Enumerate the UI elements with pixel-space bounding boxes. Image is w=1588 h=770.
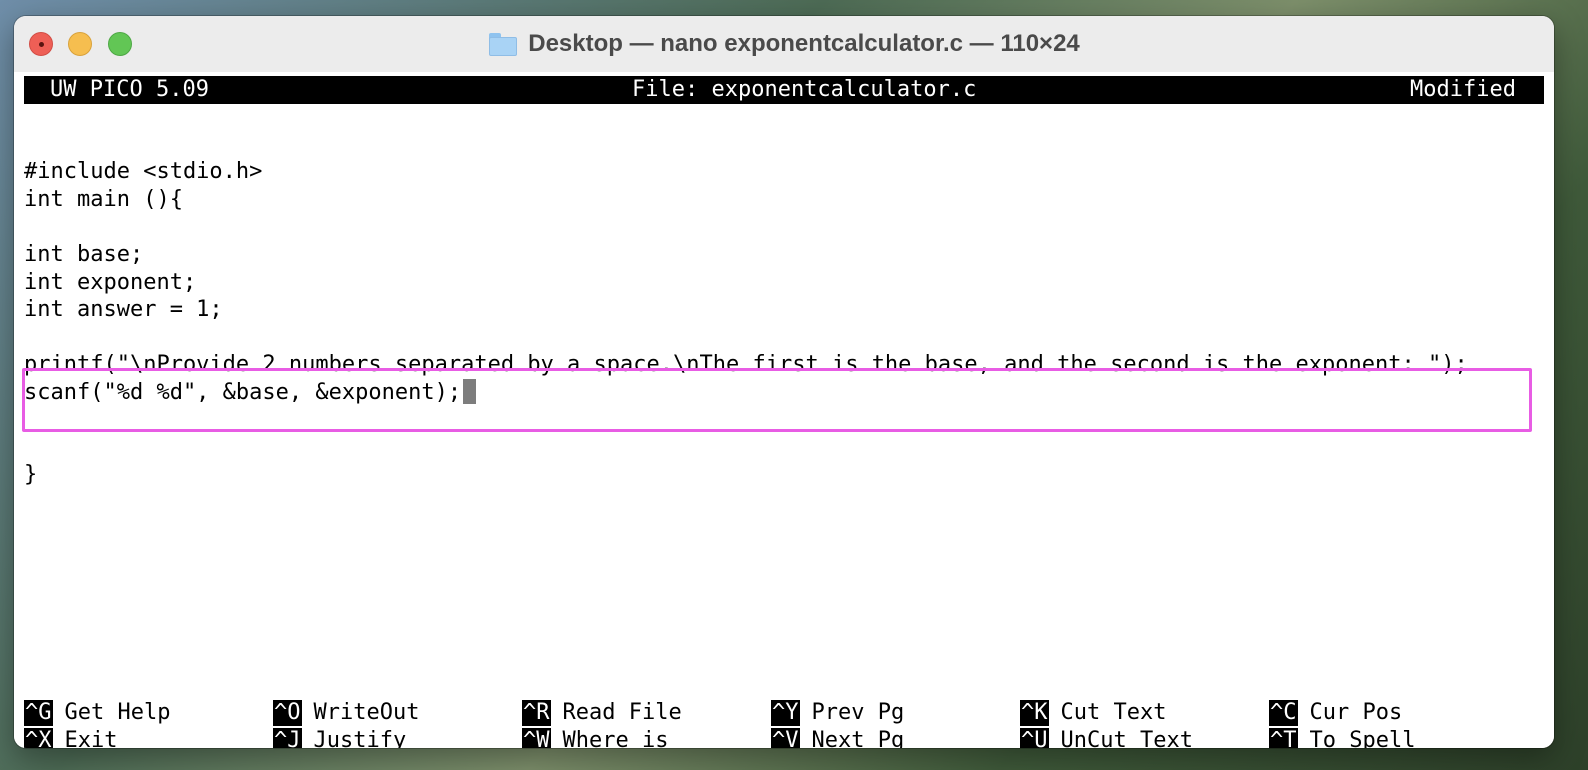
shortcut-key: ^X (24, 728, 53, 748)
shortcut-label: UnCut Text (1060, 728, 1193, 748)
shortcut-uncut-text[interactable]: ^U UnCut Text (1020, 728, 1193, 748)
shortcut-label: Cur Pos (1309, 700, 1403, 725)
shortcut-exit[interactable]: ^X Exit (24, 728, 117, 748)
shortcut-prev-pg[interactable]: ^Y Prev Pg (771, 700, 904, 726)
shortcut-label: Exit (64, 728, 118, 748)
code-line[interactable]: #include <stdio.h> (24, 158, 262, 186)
shortcut-cur-pos[interactable]: ^C Cur Pos (1269, 700, 1402, 726)
shortcut-label: To Spell (1309, 728, 1416, 748)
pico-modified-status: Modified (1410, 77, 1516, 102)
shortcut-next-pg[interactable]: ^V Next Pg (771, 728, 904, 748)
terminal-window: Desktop — nano exponentcalculator.c — 11… (14, 16, 1554, 748)
shortcut-label: Get Help (64, 700, 171, 725)
shortcut-label: WriteOut (313, 700, 420, 725)
shortcut-label: Read File (562, 700, 682, 725)
code-line[interactable]: int main (){ (24, 186, 183, 214)
title-bar[interactable]: Desktop — nano exponentcalculator.c — 11… (14, 16, 1554, 73)
highlight-box (22, 368, 1532, 432)
pico-header-bar: UW PICO 5.09 File: exponentcalculator.c … (24, 76, 1544, 104)
shortcut-label: Where is (562, 728, 669, 748)
shortcut-key: ^K (1020, 700, 1049, 726)
folder-icon (488, 32, 518, 56)
shortcut-key: ^T (1269, 728, 1298, 748)
shortcut-label: Next Pg (811, 728, 905, 748)
shortcut-key: ^W (522, 728, 551, 748)
shortcut-cut-text[interactable]: ^K Cut Text (1020, 700, 1166, 726)
shortcut-writeout[interactable]: ^O WriteOut (273, 700, 419, 726)
code-line[interactable]: } (24, 461, 37, 489)
shortcut-justify[interactable]: ^J Justify (273, 728, 406, 748)
code-line[interactable]: int exponent; (24, 269, 196, 297)
shortcut-key: ^U (1020, 728, 1049, 748)
shortcut-key: ^J (273, 728, 302, 748)
shortcut-get-help[interactable]: ^G Get Help (24, 700, 170, 726)
pico-version: UW PICO 5.09 (50, 77, 209, 102)
shortcut-label: Cut Text (1060, 700, 1167, 725)
window-title-group: Desktop — nano exponentcalculator.c — 11… (14, 28, 1554, 60)
shortcut-label: Prev Pg (811, 700, 905, 725)
shortcut-to-spell[interactable]: ^T To Spell (1269, 728, 1415, 748)
shortcut-key: ^G (24, 700, 53, 726)
shortcut-key: ^C (1269, 700, 1298, 726)
shortcut-key: ^R (522, 700, 551, 726)
code-line[interactable]: int base; (24, 241, 143, 269)
shortcut-where-is[interactable]: ^W Where is (522, 728, 668, 748)
shortcut-read-file[interactable]: ^R Read File (522, 700, 682, 726)
shortcut-label: Justify (313, 728, 407, 748)
shortcut-key: ^Y (771, 700, 800, 726)
terminal-content[interactable]: UW PICO 5.09 File: exponentcalculator.c … (14, 72, 1554, 748)
shortcut-key: ^O (273, 700, 302, 726)
window-title: Desktop — nano exponentcalculator.c — 11… (528, 30, 1080, 57)
code-line[interactable]: int answer = 1; (24, 296, 223, 324)
shortcut-key: ^V (771, 728, 800, 748)
pico-file-name: File: exponentcalculator.c (632, 77, 977, 102)
